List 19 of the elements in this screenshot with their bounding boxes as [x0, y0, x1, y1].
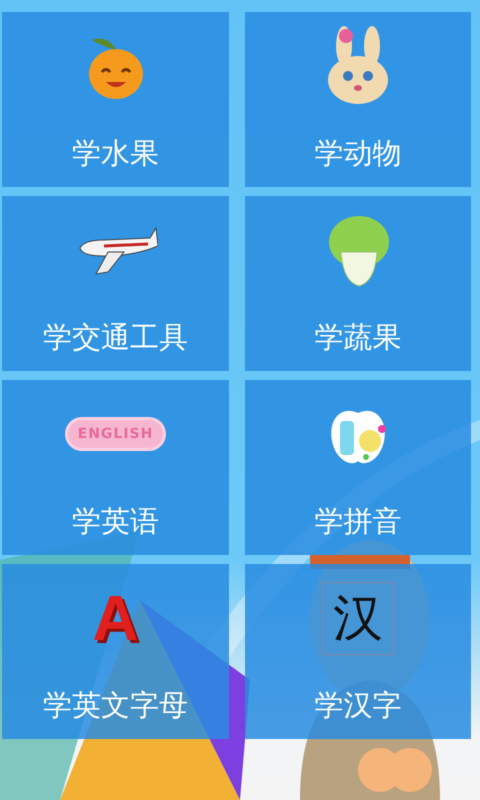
menu-tile[interactable]: 学蔬果 [245, 196, 471, 371]
menu-tile[interactable]: 学交通工具 [2, 196, 229, 371]
menu-tile[interactable]: A 学英文字母 [2, 564, 229, 739]
tile-label: 学蔬果 [314, 319, 402, 356]
tile-label: 学水果 [72, 135, 159, 172]
menu-tile[interactable]: 学拼音 [245, 380, 471, 555]
english-badge: ENGLISH [68, 420, 164, 448]
letter-glyph: A [92, 581, 139, 655]
tile-label: 学汉字 [314, 687, 402, 724]
tile-label: 学拼音 [314, 503, 402, 540]
menu-tile[interactable]: 汉 学汉字 [245, 564, 471, 739]
tile-label: 学交通工具 [43, 319, 188, 356]
tile-label: 学动物 [314, 135, 402, 172]
menu-tile[interactable]: ENGLISH 学英语 [2, 380, 229, 555]
hanzi-glyph: 汉 [322, 582, 394, 654]
menu-tile[interactable]: 学动物 [245, 12, 471, 187]
menu-tile[interactable]: 学水果 [2, 12, 229, 187]
tile-label: 学英文字母 [43, 687, 188, 724]
tile-label: 学英语 [72, 503, 159, 540]
